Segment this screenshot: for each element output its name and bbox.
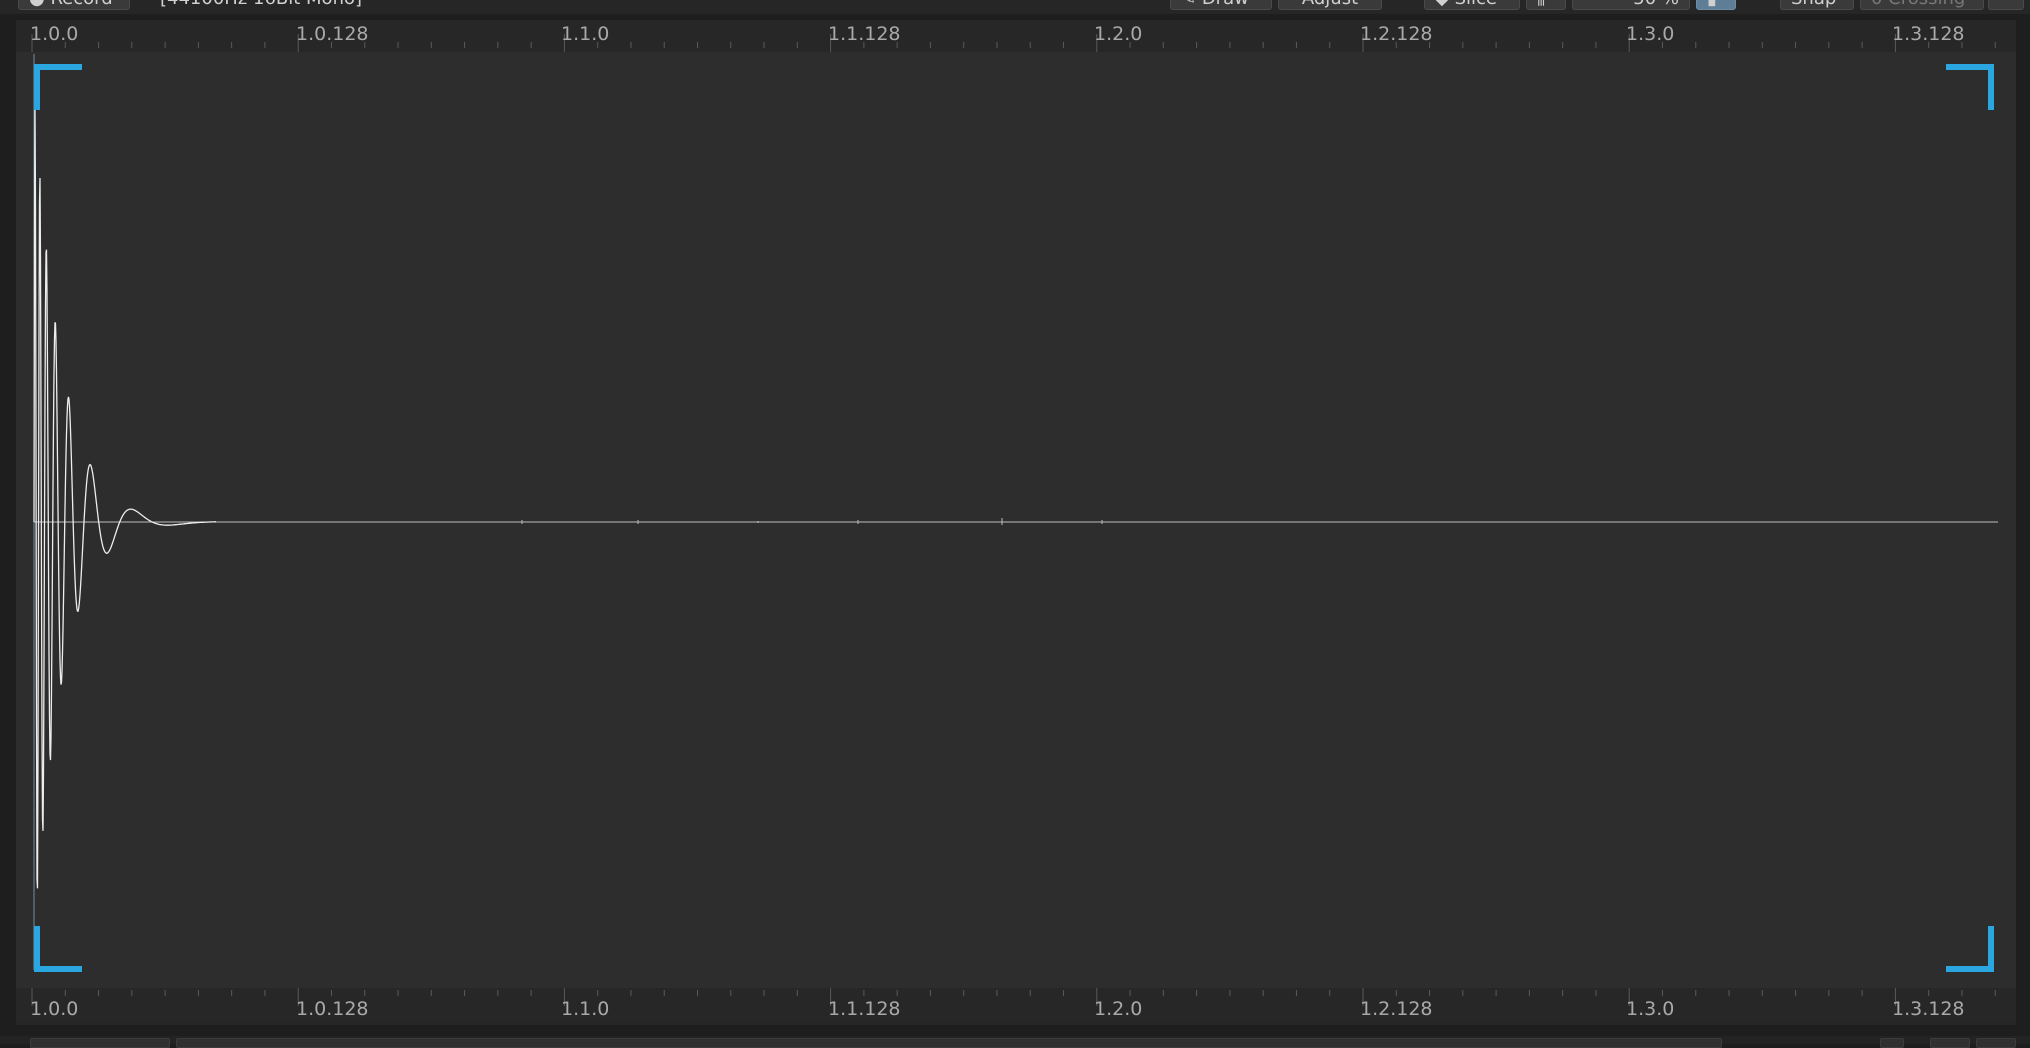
waveform-view[interactable] [16, 52, 2016, 988]
adjust-label: Adjust [1302, 0, 1358, 9]
waveform-svg [33, 54, 1998, 972]
slice-grid-icon: ⫼ [1537, 0, 1545, 9]
ruler-label: 1.1.128 [828, 998, 901, 1020]
record-icon: ● [29, 0, 50, 9]
bottom-toggle[interactable] [1930, 1038, 1970, 1048]
ruler-label: 1.2.128 [1360, 23, 1433, 45]
percent-value: 50 % [1633, 0, 1679, 9]
sample-editor: 1.0.0 1.0.128 1.1.0 1.1.128 1.2.0 1.2.12… [16, 20, 2016, 1025]
bottom-toggle-2[interactable] [1976, 1038, 2016, 1048]
ruler-label: 1.0.0 [30, 998, 79, 1020]
zero-crossing-label: 0 Crossing [1871, 0, 1965, 9]
record-button[interactable]: ● Record [18, 0, 130, 10]
ruler-label: 1.0.128 [296, 998, 369, 1020]
draw-button[interactable]: ✎ Draw [1170, 0, 1272, 10]
slice-label: Slice [1455, 0, 1497, 9]
slice-options-button[interactable]: ⫼ [1526, 0, 1566, 10]
zero-crossing-button[interactable]: 0 Crossing [1860, 0, 1984, 10]
toolbar: ● Record [44100Hz 16Bit Mono] ✎ Draw Adj… [0, 0, 2030, 14]
record-label: Record [50, 0, 112, 9]
bottom-field[interactable] [30, 1038, 170, 1048]
bottom-bar [0, 1036, 2030, 1048]
loop-end-marker-top[interactable] [1946, 64, 1994, 110]
ruler-label: 1.1.0 [561, 23, 610, 45]
ruler-label: 1.3.128 [1892, 998, 1965, 1020]
ruler-label: 1.1.128 [828, 23, 901, 45]
ruler-label: 1.2.128 [1360, 998, 1433, 1020]
slice-button[interactable]: ◆ Slice [1424, 0, 1520, 10]
snap-label: Snap [1791, 0, 1836, 9]
bottom-icon-button[interactable] [1880, 1038, 1904, 1048]
loop-start-marker-top[interactable] [34, 64, 82, 110]
slice-icon: ◆ [1435, 0, 1455, 9]
ruler-label: 1.3.128 [1892, 23, 1965, 45]
timeline-ruler-bottom[interactable]: 1.0.0 1.0.128 1.1.0 1.1.128 1.2.0 1.2.12… [16, 988, 2016, 1020]
ruler-label: 1.2.0 [1094, 998, 1143, 1020]
ruler-label: 1.3.0 [1626, 998, 1675, 1020]
ruler-label: 1.1.0 [561, 998, 610, 1020]
ruler-label: 1.0.128 [296, 23, 369, 45]
waveform-signal [33, 107, 216, 889]
loop-end-marker-bottom[interactable] [1946, 926, 1994, 972]
snap-button[interactable]: Snap [1780, 0, 1854, 10]
audio-format-label: [44100Hz 16Bit Mono] [160, 0, 362, 10]
timeline-ruler-top[interactable]: 1.0.0 1.0.128 1.1.0 1.1.128 1.2.0 1.2.12… [16, 20, 2016, 52]
toggle-icon: ▮ [1707, 0, 1717, 9]
draw-label: Draw [1202, 0, 1249, 9]
percent-field[interactable]: 50 % [1572, 0, 1690, 10]
pencil-icon: ✎ [1181, 0, 1202, 9]
toolbar-extra-button[interactable] [1988, 0, 2024, 10]
ruler-label: 1.0.0 [30, 23, 79, 45]
ruler-label: 1.3.0 [1626, 23, 1675, 45]
toggle-button[interactable]: ▮ [1696, 0, 1736, 10]
adjust-button[interactable]: Adjust [1278, 0, 1382, 10]
ruler-label: 1.2.0 [1094, 23, 1143, 45]
loop-start-marker-bottom[interactable] [34, 926, 82, 972]
horizontal-scrollbar[interactable] [176, 1038, 1722, 1048]
